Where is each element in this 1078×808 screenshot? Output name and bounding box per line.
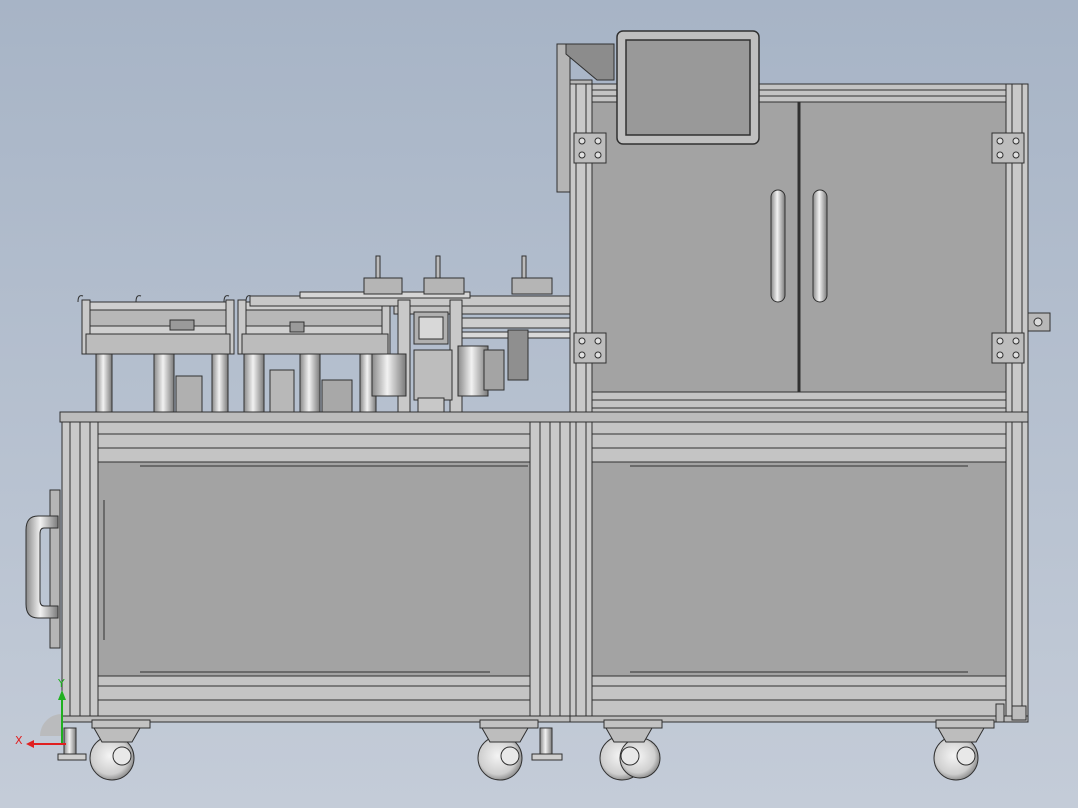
conveyor-mechanism [77, 255, 571, 413]
cad-viewport[interactable]: X Y [0, 0, 1078, 808]
x-axis-label: X [15, 734, 23, 747]
side-handle [25, 489, 61, 649]
machine-model [25, 30, 1051, 781]
coordinate-triad [26, 690, 66, 748]
lower-right-cabinet [569, 421, 1029, 717]
y-axis-label: Y [58, 677, 65, 690]
touch-screen [616, 30, 760, 145]
